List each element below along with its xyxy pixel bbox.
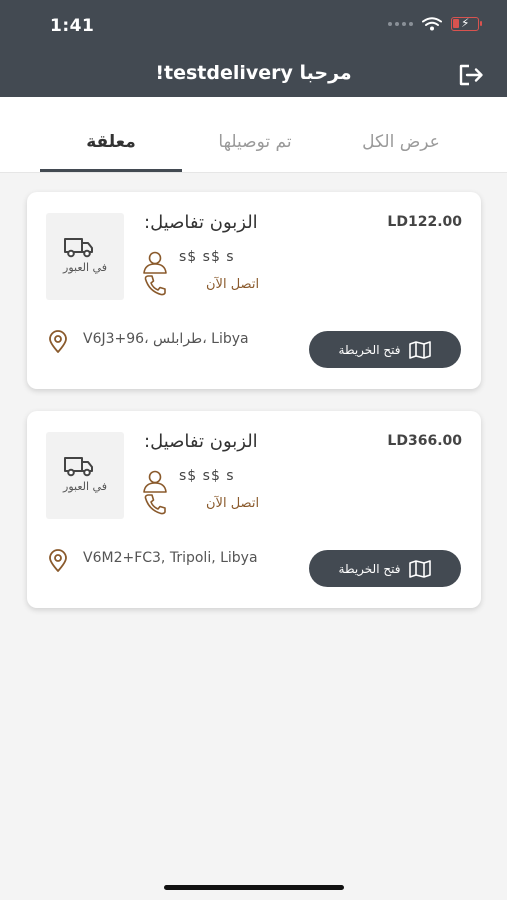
order-card[interactable]: LD366.00 في العبور الزبون تفاصيل: s$ s$ …: [27, 411, 481, 608]
customer-name: s$ s$ s: [179, 249, 235, 265]
order-price: LD122.00: [387, 214, 462, 230]
page-title: مرحبا testdelivery!: [155, 62, 352, 84]
call-now-link[interactable]: اتصل الآن: [206, 277, 259, 292]
open-map-label: فتح الخريطة: [338, 561, 401, 576]
delivery-status-box: في العبور: [46, 432, 124, 519]
call-now-link[interactable]: اتصل الآن: [206, 496, 259, 511]
logout-icon[interactable]: [458, 63, 484, 87]
map-icon: [409, 340, 432, 359]
active-tab-indicator: [40, 169, 182, 172]
app-header: 1:41 ⚡ مرحبا testdelivery!: [0, 0, 507, 97]
location-pin-icon: [49, 330, 67, 353]
person-icon: [143, 470, 167, 493]
customer-name: s$ s$ s: [179, 468, 235, 484]
order-filter-tabs: عرض الكل تم توصيلها معلقة: [0, 97, 507, 173]
phone-icon: [144, 494, 166, 515]
tab-pending[interactable]: معلقة: [40, 132, 182, 152]
delivery-status-label: في العبور: [63, 480, 107, 493]
map-icon: [409, 559, 432, 578]
truck-icon: [64, 457, 93, 477]
tab-delivered[interactable]: تم توصيلها: [190, 132, 320, 152]
open-map-label: فتح الخريطة: [338, 342, 401, 357]
home-indicator[interactable]: [164, 885, 344, 890]
customer-details-title: الزبون تفاصيل:: [144, 212, 258, 233]
delivery-address: V6J3+96، طرابلس، Libya: [83, 331, 249, 347]
customer-details-title: الزبون تفاصيل:: [144, 431, 258, 452]
open-map-button[interactable]: فتح الخريطة: [309, 550, 461, 587]
tab-view-all[interactable]: عرض الكل: [336, 132, 466, 152]
open-map-button[interactable]: فتح الخريطة: [309, 331, 461, 368]
status-bar-time: 1:41: [50, 16, 95, 36]
cellular-signal-icon: [388, 22, 413, 26]
wifi-icon: [422, 17, 442, 31]
order-price: LD366.00: [387, 433, 462, 449]
person-icon: [143, 251, 167, 274]
order-card[interactable]: LD122.00 في العبور الزبون تفاصيل: s$ s$ …: [27, 192, 481, 389]
truck-icon: [64, 238, 93, 258]
delivery-address: V6M2+FC3, Tripoli, Libya: [83, 550, 258, 566]
phone-icon: [144, 275, 166, 296]
delivery-status-label: في العبور: [63, 261, 107, 274]
status-bar-icons: ⚡: [388, 16, 482, 31]
delivery-status-box: في العبور: [46, 213, 124, 300]
location-pin-icon: [49, 549, 67, 572]
battery-icon: ⚡: [451, 16, 482, 31]
